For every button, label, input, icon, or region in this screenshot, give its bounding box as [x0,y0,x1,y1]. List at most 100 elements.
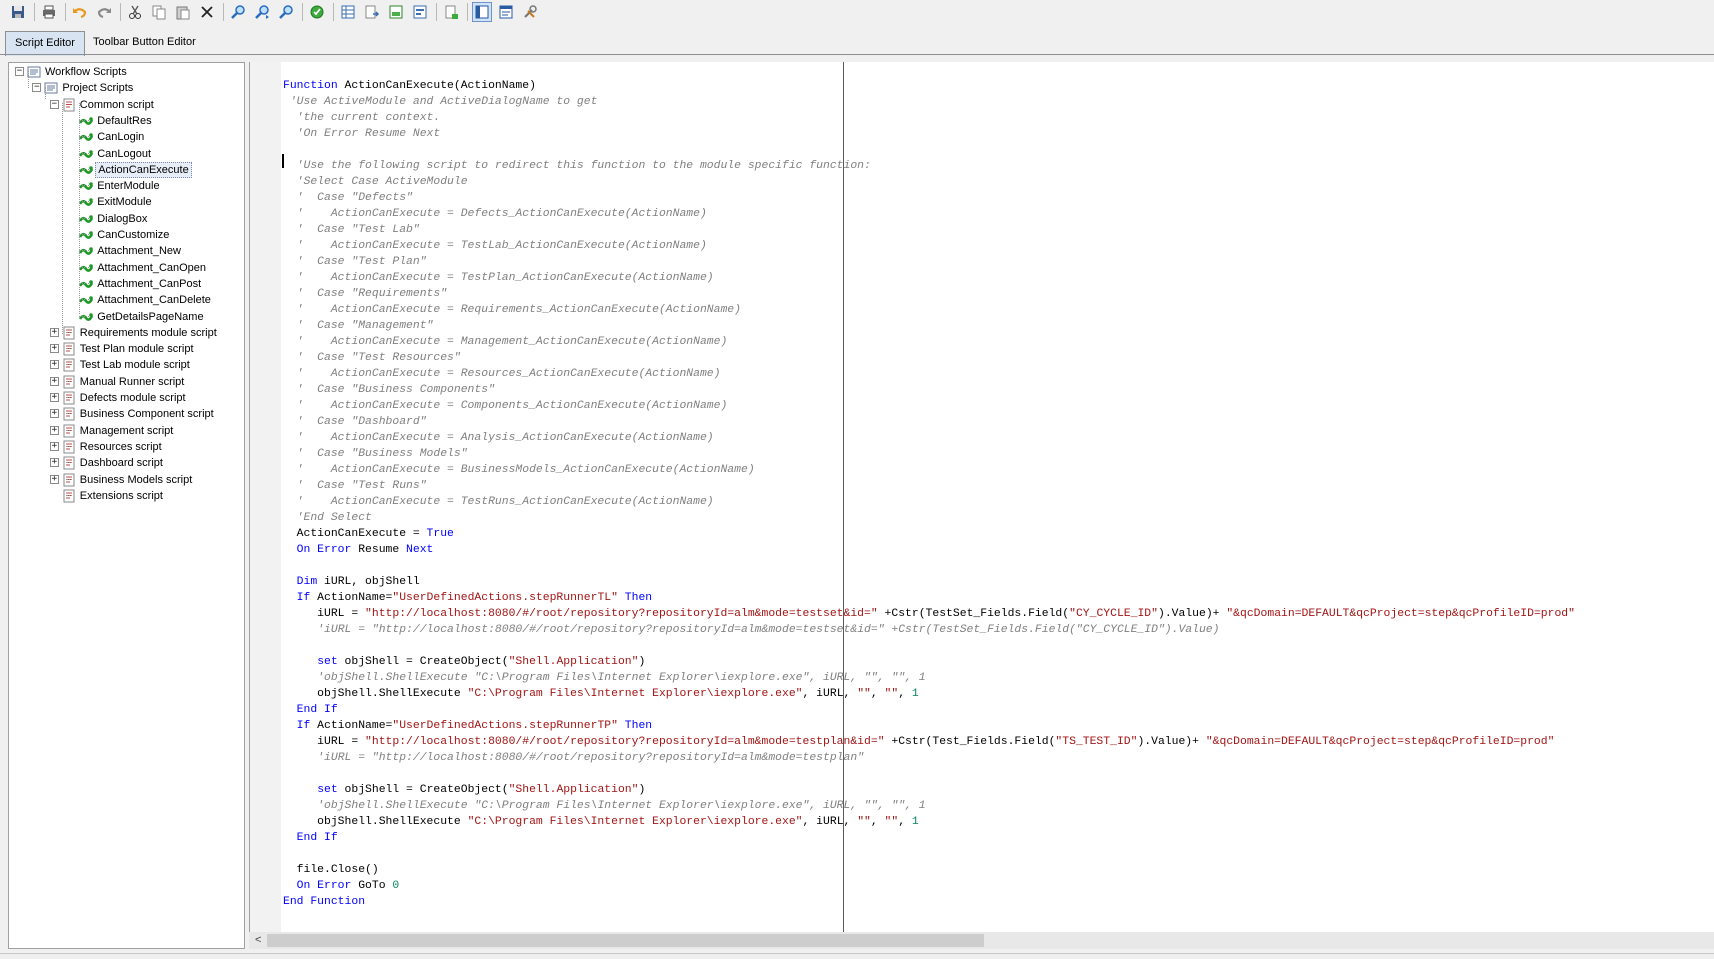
tree-item-workflow-scripts[interactable]: − Workflow Scripts [9,64,244,80]
export-icon[interactable] [386,2,406,22]
print-icon[interactable] [39,2,59,22]
code-line[interactable]: iURL = "http://localhost:8080/#/root/rep… [283,606,1575,622]
tree-item-module-script[interactable]: + Test Plan module script [9,341,244,357]
tree-item-function[interactable]: DialogBox [9,211,244,227]
tree-item-function[interactable]: ActionCanExecute [9,161,244,178]
expand-icon[interactable]: + [49,474,59,484]
code-line[interactable]: ' Case "Business Models" [283,446,1575,462]
tree-item-label[interactable]: Manual Runner script [78,374,187,390]
script-tree[interactable]: − Workflow Scripts − Project Scripts − Common… [8,62,245,949]
tree-item-label[interactable]: Test Plan module script [78,341,196,357]
code-line[interactable]: iURL = "http://localhost:8080/#/root/rep… [283,734,1575,750]
tree-item-label[interactable]: Extensions script [78,488,165,504]
code-line[interactable]: set objShell = CreateObject("Shell.Appli… [283,782,1575,798]
code-line[interactable]: End If [283,830,1575,846]
code-text[interactable]: Function ActionCanExecute(ActionName) 'U… [283,78,1575,910]
collapse-icon[interactable]: − [49,99,59,109]
tree-item-module-script[interactable]: + Business Models script [9,472,244,488]
syntax-check-icon[interactable] [307,2,327,22]
tree-item-module-script[interactable]: + Management script [9,423,244,439]
code-line[interactable]: ' ActionCanExecute = Requirements_Action… [283,302,1575,318]
horizontal-scrollbar[interactable]: < [249,932,1714,949]
code-line[interactable]: ' Case "Dashboard" [283,414,1575,430]
find-icon[interactable] [228,2,248,22]
code-line[interactable] [283,638,1575,654]
expand-icon[interactable]: + [49,376,59,386]
table-icon[interactable] [338,2,358,22]
expand-icon[interactable]: + [49,360,59,370]
code-line[interactable]: ' Case "Test Lab" [283,222,1575,238]
tree-item-label[interactable]: Common script [78,97,156,113]
code-line[interactable]: objShell.ShellExecute "C:\Program Files\… [283,686,1575,702]
code-line[interactable]: 'objShell.ShellExecute "C:\Program Files… [283,670,1575,686]
tree-item-function[interactable]: EnterModule [9,178,244,194]
code-line[interactable]: ' Case "Business Components" [283,382,1575,398]
tree-item-label[interactable]: Management script [78,423,176,439]
code-line[interactable] [283,142,1575,158]
tree-item-label[interactable]: Test Lab module script [78,357,192,373]
code-line[interactable]: ' Case "Test Plan" [283,254,1575,270]
code-line[interactable]: ' ActionCanExecute = Management_ActionCa… [283,334,1575,350]
code-line[interactable]: 'On Error Resume Next [283,126,1575,142]
undo-icon[interactable] [70,2,90,22]
expand-icon[interactable]: + [49,327,59,337]
tree-item-label[interactable]: CanCustomize [95,227,171,243]
tree-item-label[interactable]: CanLogin [95,129,146,145]
code-line[interactable]: 'Use ActiveModule and ActiveDialogName t… [283,94,1575,110]
code-line[interactable]: 'Use the following script to redirect th… [283,158,1575,174]
code-line[interactable]: ActionCanExecute = True [283,526,1575,542]
tree-item-label[interactable]: CanLogout [95,146,153,162]
tree-item-module-script[interactable]: + Business Component script [9,406,244,422]
tree-item-function[interactable]: CanLogout [9,146,244,162]
code-line[interactable]: ' Case "Management" [283,318,1575,334]
tree-item-module-script[interactable]: + Resources script [9,439,244,455]
expand-icon[interactable]: + [49,344,59,354]
tab-script-editor[interactable]: Script Editor [5,31,85,56]
scroll-thumb[interactable] [267,934,984,947]
code-line[interactable]: If ActionName="UserDefinedActions.stepRu… [283,718,1575,734]
script-generator-icon[interactable] [441,2,461,22]
tree-item-label[interactable]: ActionCanExecute [95,161,192,178]
tree-item-function[interactable]: ExitModule [9,194,244,210]
tree-item-function[interactable]: Attachment_CanPost [9,276,244,292]
code-line[interactable]: Dim iURL, objShell [283,574,1575,590]
collapse-icon[interactable]: − [32,83,42,93]
tree-item-function[interactable]: CanLogin [9,129,244,145]
tree-item-label[interactable]: Workflow Scripts [43,64,129,80]
tools-icon[interactable] [520,2,540,22]
code-line[interactable] [283,558,1575,574]
collapse-icon[interactable]: − [15,67,24,76]
tree-item-function[interactable]: Attachment_CanDelete [9,292,244,308]
script-view-icon[interactable] [472,2,492,22]
redo-icon[interactable] [94,2,114,22]
tree-item-label[interactable]: Project Scripts [60,80,135,96]
tree-item-module-script[interactable]: + Dashboard script [9,455,244,471]
code-line[interactable]: ' ActionCanExecute = TestPlan_ActionCanE… [283,270,1575,286]
expand-icon[interactable]: + [49,441,59,451]
tree-item-label[interactable]: Attachment_CanOpen [95,260,208,276]
tree-item-label[interactable]: DefaultRes [95,113,153,129]
code-line[interactable]: 'iURL = "http://localhost:8080/#/root/re… [283,622,1575,638]
paste-icon[interactable] [173,2,193,22]
tree-item-label[interactable]: DialogBox [95,211,149,227]
tree-item-label[interactable]: Attachment_CanPost [95,276,203,292]
import-icon[interactable] [362,2,382,22]
find-next-icon[interactable] [252,2,272,22]
code-line[interactable]: ' ActionCanExecute = Analysis_ActionCanE… [283,430,1575,446]
code-line[interactable]: ' ActionCanExecute = Resources_ActionCan… [283,366,1575,382]
tree-item-label[interactable]: Requirements module script [78,325,219,341]
tree-item-label[interactable]: Attachment_CanDelete [95,292,213,308]
code-line[interactable]: Function ActionCanExecute(ActionName) [283,78,1575,94]
code-line[interactable]: ' Case "Requirements" [283,286,1575,302]
expand-icon[interactable]: + [49,393,59,402]
code-line[interactable]: 'iURL = "http://localhost:8080/#/root/re… [283,750,1575,766]
scroll-left-icon[interactable]: < [255,934,265,947]
code-line[interactable]: ' ActionCanExecute = TestLab_ActionCanEx… [283,238,1575,254]
replace-icon[interactable] [276,2,296,22]
code-line[interactable]: 'End Select [283,510,1575,526]
code-line[interactable] [283,766,1575,782]
expand-icon[interactable]: + [49,425,59,435]
code-line[interactable]: On Error Resume Next [283,542,1575,558]
tree-item-function[interactable]: Attachment_New [9,243,244,259]
copy-icon[interactable] [149,2,169,22]
